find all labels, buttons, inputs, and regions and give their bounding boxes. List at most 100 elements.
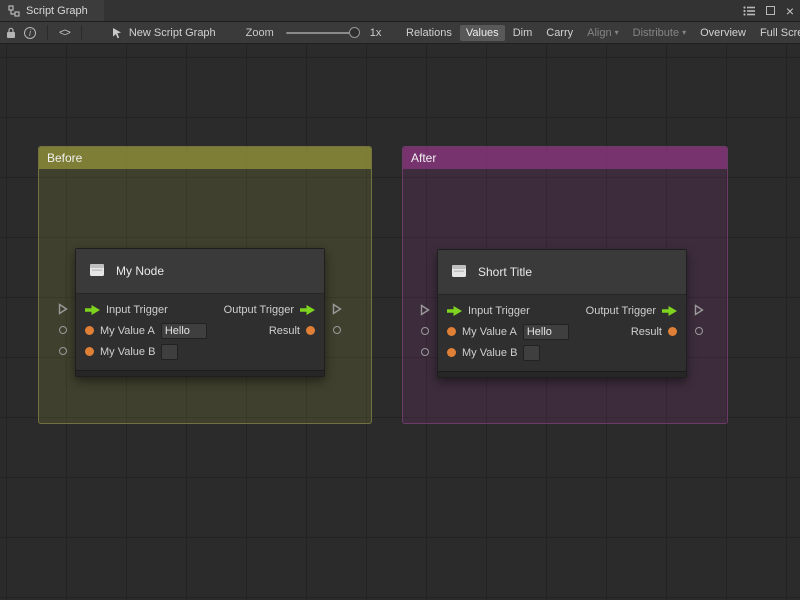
zoom-slider-thumb[interactable] — [349, 27, 360, 38]
button-label: Dim — [513, 27, 533, 39]
graph-icon — [8, 2, 20, 20]
node-footer — [438, 371, 686, 377]
external-ports-left — [55, 298, 71, 361]
input-trigger-port[interactable] — [85, 305, 100, 315]
titlebar: Script Graph × — [0, 0, 800, 22]
node-title: My Node — [116, 264, 164, 278]
node-header[interactable]: Short Title — [438, 250, 686, 295]
external-value-port[interactable] — [695, 320, 703, 341]
result-port[interactable] — [668, 327, 677, 336]
port-label: My Value B — [462, 347, 517, 359]
zoom-label: Zoom — [246, 27, 274, 39]
toolbar-buttons: Relations Values Dim Carry Align ▾ Distr… — [400, 22, 800, 43]
port-row: My Value B — [76, 341, 324, 362]
external-trigger-port[interactable] — [420, 299, 430, 320]
port-label: Output Trigger — [224, 304, 294, 316]
value-b-port[interactable] — [85, 347, 94, 356]
external-ports-left — [417, 299, 433, 362]
group-title: After — [411, 151, 436, 165]
external-ports-right — [691, 299, 707, 341]
button-label: Distribute — [633, 27, 679, 39]
port-row: Input Trigger Output Trigger — [76, 299, 324, 320]
node-body: Input Trigger Output Trigger My Value A — [76, 294, 324, 370]
toolbar-separator — [47, 25, 48, 40]
script-graph-window: Script Graph × i <> — [0, 0, 800, 600]
output-trigger-port[interactable] — [662, 306, 677, 316]
value-a-field[interactable] — [523, 324, 569, 340]
maximize-icon[interactable] — [766, 6, 775, 15]
result-port[interactable] — [306, 326, 315, 335]
port-row: My Value B — [438, 342, 686, 363]
toolbar-separator — [81, 25, 82, 40]
port-label: Result — [631, 326, 662, 338]
values-button[interactable]: Values — [460, 25, 505, 41]
group-after-header[interactable]: After — [403, 147, 727, 169]
button-label: Align — [587, 27, 611, 39]
chevron-down-icon: ▾ — [615, 28, 619, 37]
fullscreen-button[interactable]: Full Screen — [754, 25, 800, 41]
external-value-port[interactable] — [59, 340, 67, 361]
relations-button[interactable]: Relations — [400, 25, 458, 41]
graph-name-label: New Script Graph — [129, 27, 216, 39]
graph-asset: New Script Graph — [111, 24, 216, 42]
port-row: My Value A Result — [438, 321, 686, 342]
button-label: Full Screen — [760, 27, 800, 39]
input-trigger-port[interactable] — [447, 306, 462, 316]
window-menu-icon[interactable] — [743, 2, 755, 20]
node-header[interactable]: My Node — [76, 249, 324, 294]
port-row: My Value A Result — [76, 320, 324, 341]
node-my-node[interactable]: My Node Input Trigger Output Trigger — [75, 248, 325, 377]
external-ports-right — [329, 298, 345, 340]
lock-icon[interactable] — [6, 24, 16, 42]
output-trigger-port[interactable] — [300, 305, 315, 315]
port-label: Output Trigger — [586, 305, 656, 317]
port-row: Input Trigger Output Trigger — [438, 300, 686, 321]
external-trigger-port[interactable] — [694, 299, 704, 320]
port-label: Input Trigger — [106, 304, 168, 316]
node-body: Input Trigger Output Trigger My Value A — [438, 295, 686, 371]
button-label: Values — [466, 27, 499, 39]
node-short-title[interactable]: Short Title Input Trigger Output Trigger — [437, 249, 687, 378]
value-b-field[interactable] — [161, 344, 178, 360]
value-b-port[interactable] — [447, 348, 456, 357]
external-trigger-port[interactable] — [332, 298, 342, 319]
unit-icon — [450, 262, 468, 283]
carry-button[interactable]: Carry — [540, 25, 579, 41]
tab-title: Script Graph — [26, 5, 88, 17]
group-title: Before — [47, 151, 82, 165]
external-value-port[interactable] — [421, 320, 429, 341]
edit-code-icon[interactable]: <> — [59, 24, 70, 42]
port-label: My Value A — [462, 326, 517, 338]
value-a-field[interactable] — [161, 323, 207, 339]
button-label: Carry — [546, 27, 573, 39]
external-trigger-port[interactable] — [58, 298, 68, 319]
graph-canvas[interactable]: Before After My Node — [0, 44, 800, 600]
port-label: My Value A — [100, 325, 155, 337]
port-label: Input Trigger — [468, 305, 530, 317]
value-a-port[interactable] — [447, 327, 456, 336]
external-value-port[interactable] — [333, 319, 341, 340]
node-title: Short Title — [478, 265, 532, 279]
info-icon[interactable]: i — [24, 27, 36, 39]
group-before-header[interactable]: Before — [39, 147, 371, 169]
pointer-icon — [111, 24, 123, 42]
overview-button[interactable]: Overview — [694, 25, 752, 41]
tab-script-graph[interactable]: Script Graph — [0, 0, 104, 21]
node-footer — [76, 370, 324, 376]
value-b-field[interactable] — [523, 345, 540, 361]
port-label: My Value B — [100, 346, 155, 358]
close-icon[interactable]: × — [786, 4, 794, 18]
zoom-value: 1x — [370, 27, 382, 39]
dim-button[interactable]: Dim — [507, 25, 539, 41]
align-dropdown[interactable]: Align ▾ — [581, 25, 624, 41]
distribute-dropdown[interactable]: Distribute ▾ — [627, 25, 692, 41]
zoom-slider[interactable] — [286, 32, 358, 34]
external-value-port[interactable] — [59, 319, 67, 340]
toolbar: i <> New Script Graph Zoom 1x Relations … — [0, 22, 800, 44]
chevron-down-icon: ▾ — [682, 28, 686, 37]
value-a-port[interactable] — [85, 326, 94, 335]
window-controls: × — [743, 0, 794, 21]
external-value-port[interactable] — [421, 341, 429, 362]
unit-icon — [88, 261, 106, 282]
port-label: Result — [269, 325, 300, 337]
